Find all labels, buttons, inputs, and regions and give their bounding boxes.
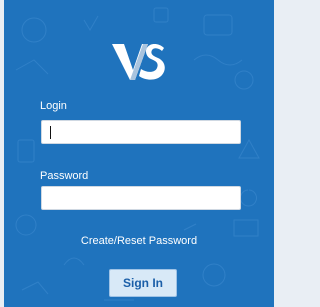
login-input[interactable] [41,120,241,144]
vs-logo-icon [112,44,165,80]
create-reset-password-link[interactable]: Create/Reset Password [4,235,274,248]
password-input[interactable] [41,186,241,210]
text-cursor [50,126,51,139]
sign-in-button[interactable]: Sign In [109,269,177,297]
login-panel: Login Password Create/Reset Password Sig… [4,0,274,307]
password-label: Password [40,170,89,182]
login-label: Login [40,100,67,112]
